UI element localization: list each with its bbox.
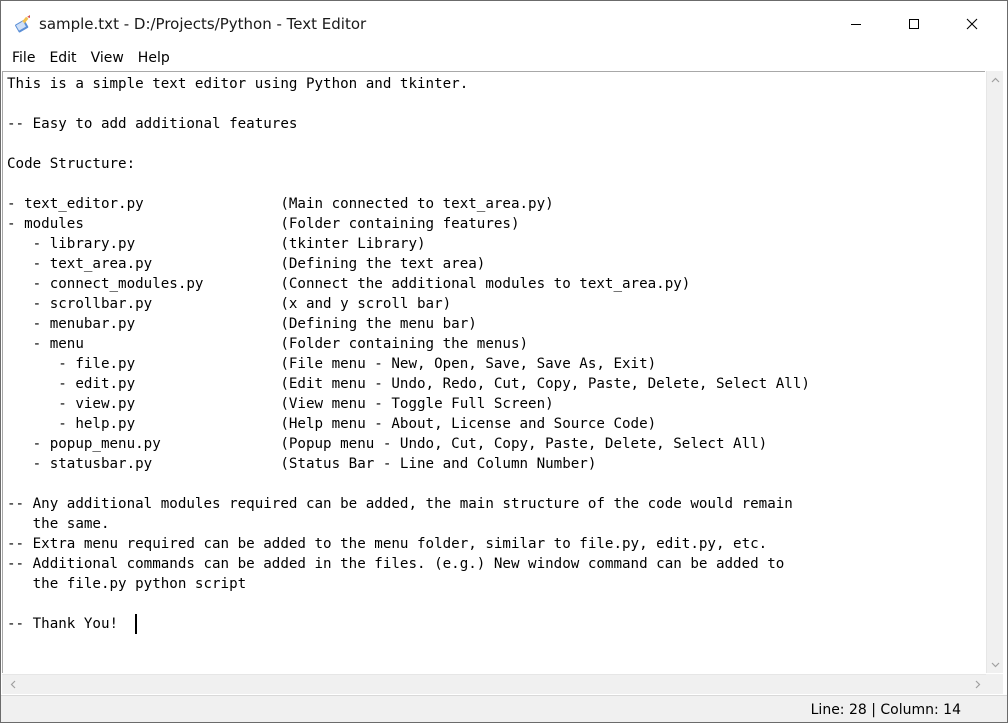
close-icon — [966, 18, 978, 29]
maximize-button[interactable] — [885, 1, 943, 46]
menu-bar: File Edit View Help — [1, 46, 1007, 70]
close-button[interactable] — [943, 1, 1001, 46]
window-title: sample.txt - D:/Projects/Python - Text E… — [39, 15, 367, 33]
vertical-scrollbar[interactable] — [986, 71, 1003, 673]
text-area[interactable]: This is a simple text editor using Pytho… — [2, 71, 985, 673]
scroll-down-arrow-icon[interactable] — [987, 656, 1004, 673]
scroll-left-arrow-icon[interactable] — [4, 675, 21, 694]
cursor-position-status: Line: 28 | Column: 14 — [810, 702, 961, 718]
minimize-button[interactable] — [827, 1, 885, 46]
menu-view[interactable]: View — [84, 47, 131, 69]
notepad-pencil-icon — [13, 14, 33, 34]
menu-file[interactable]: File — [5, 47, 42, 69]
scroll-up-arrow-icon[interactable] — [987, 71, 1004, 88]
status-bar: Line: 28 | Column: 14 — [1, 695, 1007, 722]
editor-window: sample.txt - D:/Projects/Python - Text E… — [0, 0, 1008, 723]
menu-edit[interactable]: Edit — [42, 47, 83, 69]
scroll-right-arrow-icon[interactable] — [969, 675, 986, 694]
maximize-icon — [909, 18, 919, 29]
document-text[interactable]: This is a simple text editor using Pytho… — [7, 74, 810, 634]
minimize-icon — [851, 23, 861, 25]
menu-help[interactable]: Help — [131, 47, 177, 69]
horizontal-scrollbar[interactable] — [2, 674, 986, 694]
title-bar[interactable]: sample.txt - D:/Projects/Python - Text E… — [1, 1, 1007, 46]
scrollbar-corner — [986, 674, 1003, 694]
text-caret — [135, 614, 137, 634]
